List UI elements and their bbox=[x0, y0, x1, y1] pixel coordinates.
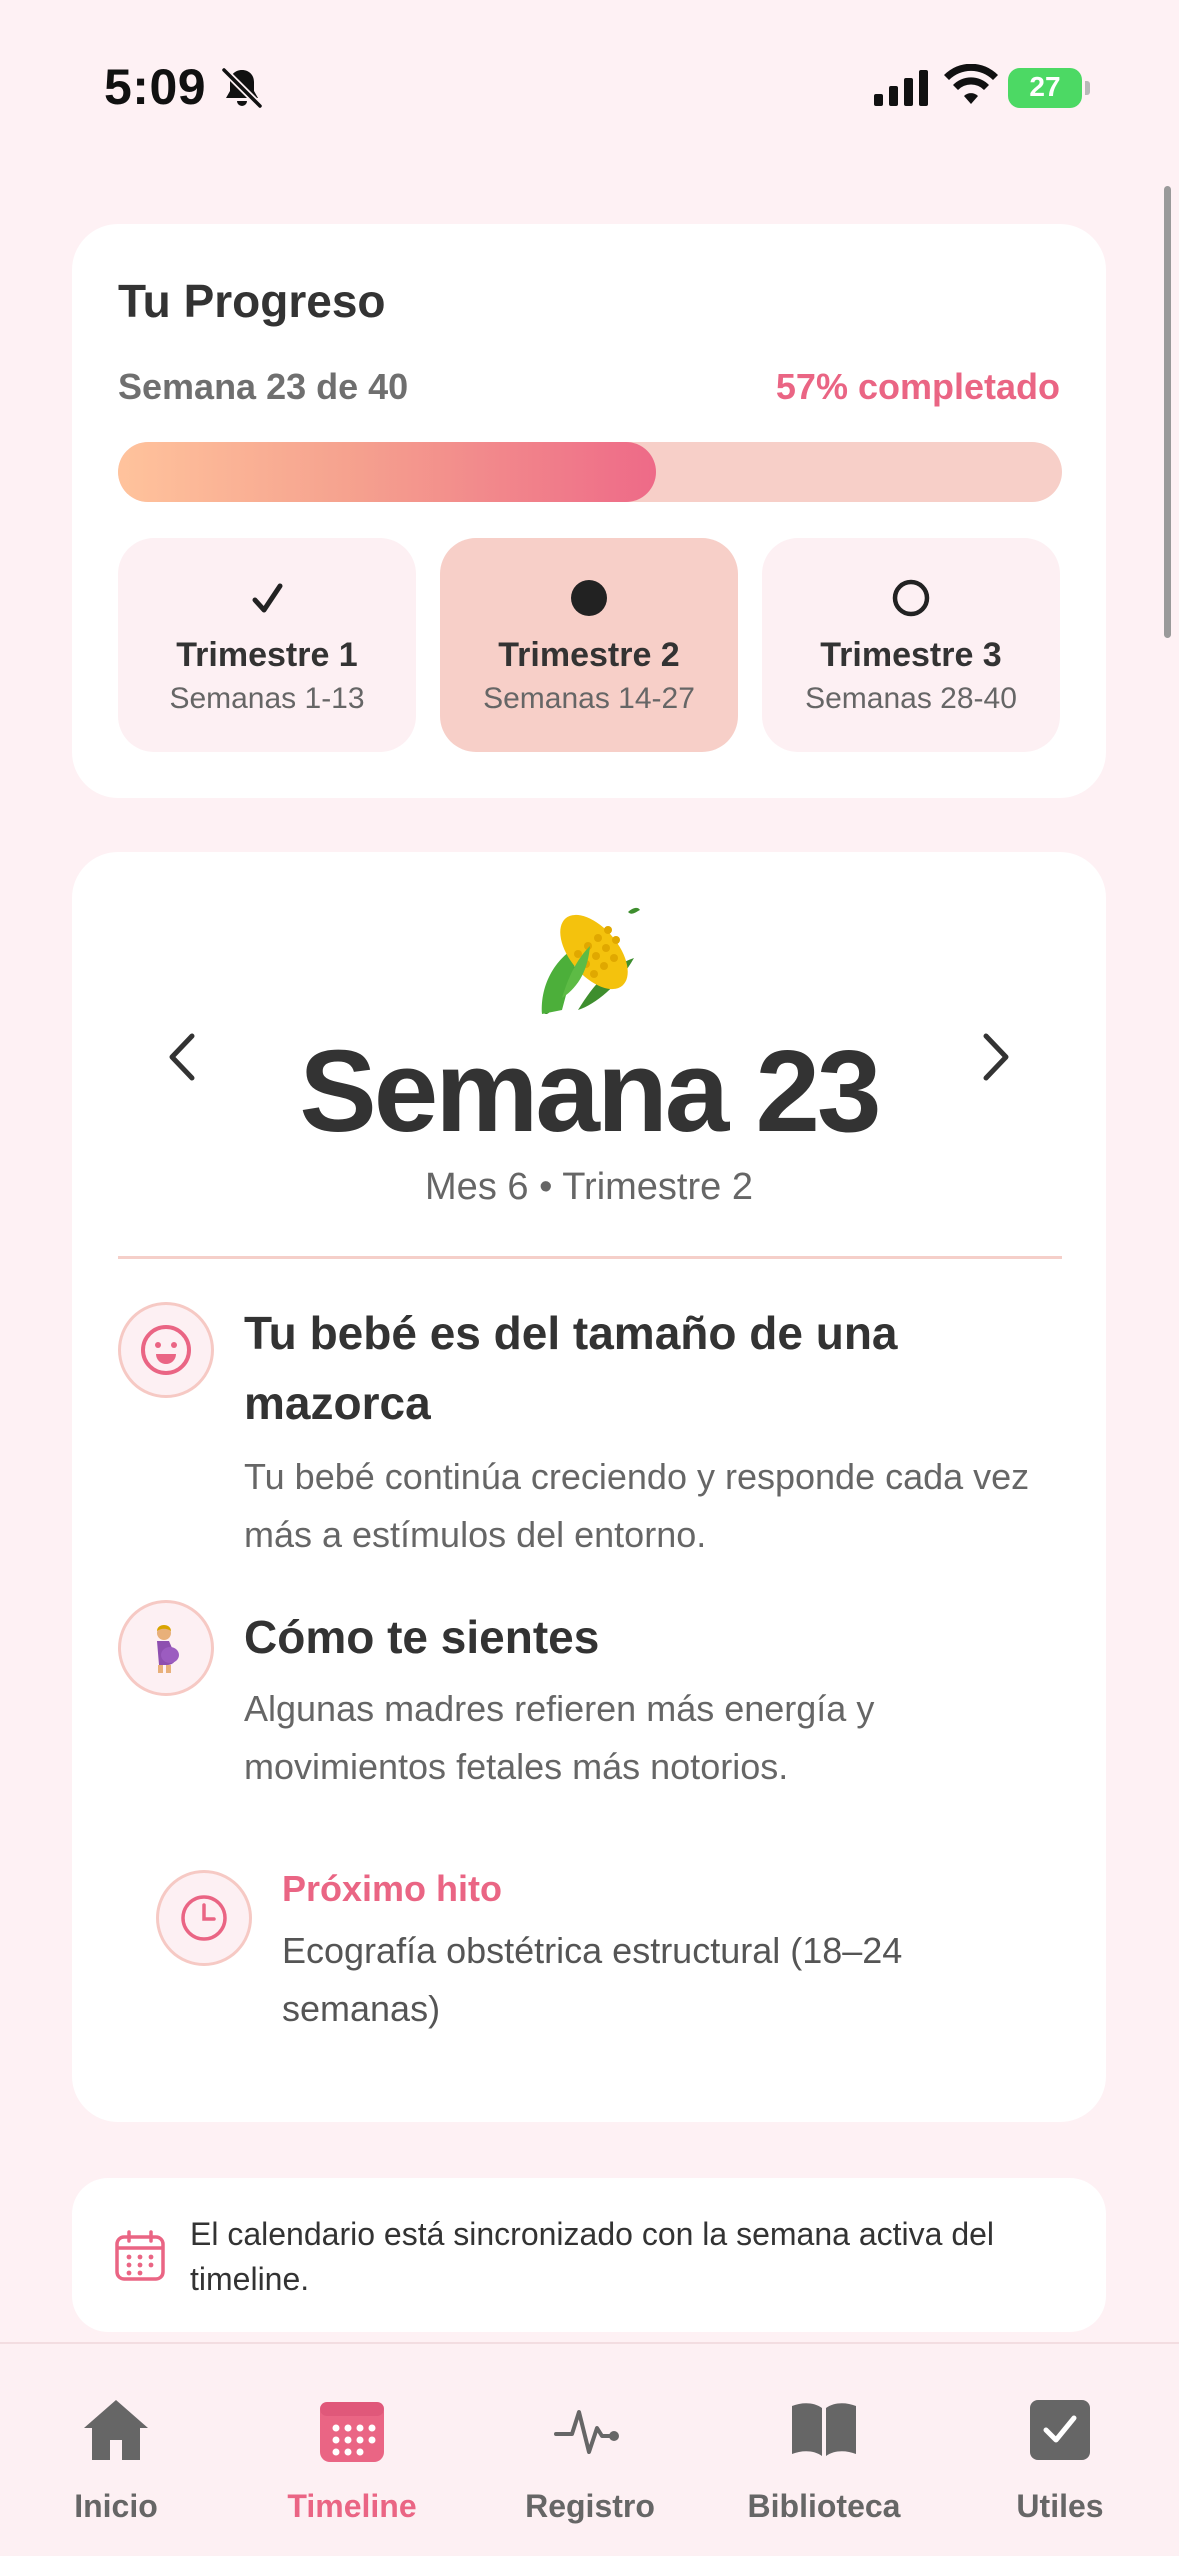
trimester-weeks: Semanas 14-27 bbox=[483, 682, 695, 715]
progress-bar-fill bbox=[118, 442, 657, 502]
timeline-screen: 5:09 27 Tu Progreso Semana 23 de 40 57% … bbox=[0, 0, 1179, 2556]
progress-bar bbox=[118, 442, 1062, 502]
trimester-weeks: Semanas 28-40 bbox=[805, 682, 1017, 715]
battery-indicator: 27 bbox=[1008, 68, 1090, 108]
signal-icon bbox=[874, 70, 928, 106]
sync-notice-text: El calendario está sincronizado con la s… bbox=[190, 2216, 995, 2297]
week-of-total: Semana 23 de 40 bbox=[118, 366, 409, 407]
book-icon bbox=[792, 2403, 856, 2456]
calendar-sync-notice: El calendario está sincronizado con la s… bbox=[72, 2178, 1106, 2332]
progress-card: Tu Progreso Semana 23 de 40 57% completa… bbox=[72, 224, 1106, 798]
calendar-icon bbox=[115, 2230, 165, 2281]
wifi-icon bbox=[944, 64, 998, 104]
tab-label: Timeline bbox=[287, 2488, 417, 2524]
trimester-1-card[interactable]: Trimestre 1 Semanas 1-13 bbox=[118, 538, 416, 752]
clock-icon bbox=[156, 1870, 252, 1966]
house-icon bbox=[84, 2400, 148, 2460]
baby-size-title: Tu bebé es del tamaño de una mazorca bbox=[244, 1307, 898, 1429]
bell-off-icon bbox=[221, 67, 263, 109]
trimester-2-card[interactable]: Trimestre 2 Semanas 14-27 bbox=[440, 538, 738, 752]
heartbeat-icon bbox=[554, 2410, 619, 2454]
progress-title: Tu Progreso bbox=[118, 275, 386, 327]
tab-label: Utiles bbox=[1016, 2488, 1104, 2524]
calendar-icon bbox=[320, 2402, 384, 2462]
divider bbox=[118, 1256, 1062, 1259]
week-title: Semana 23 bbox=[299, 1026, 881, 1156]
tab-label: Inicio bbox=[74, 2488, 158, 2524]
trimester-title: Trimestre 1 bbox=[176, 636, 358, 674]
tab-bar: Inicio Timeline Registro Biblioteca Util… bbox=[0, 2342, 1179, 2556]
percent-completed: 57% completado bbox=[775, 366, 1060, 407]
week-card: Semana 23 Mes 6 • Trimestre 2 Tu bebé es… bbox=[72, 852, 1106, 2122]
status-time: 5:09 bbox=[104, 59, 207, 115]
tab-inicio[interactable]: Inicio bbox=[16, 2344, 216, 2556]
smile-icon bbox=[141, 1325, 191, 1375]
scrollbar[interactable] bbox=[1164, 186, 1171, 638]
trimester-weeks: Semanas 1-13 bbox=[169, 682, 365, 715]
pregnant-woman-glyph bbox=[157, 1625, 179, 1673]
next-week-button[interactable] bbox=[960, 1022, 1030, 1092]
clock-glyph bbox=[181, 1895, 227, 1941]
trimester-3-card[interactable]: Trimestre 3 Semanas 28-40 bbox=[762, 538, 1060, 752]
filled-circle-icon bbox=[571, 580, 607, 616]
feel-title: Cómo te sientes bbox=[244, 1611, 600, 1663]
trimester-title: Trimestre 3 bbox=[820, 636, 1002, 674]
empty-circle-icon bbox=[892, 579, 930, 617]
baby-face-icon bbox=[118, 1302, 214, 1398]
tab-registro[interactable]: Registro bbox=[490, 2344, 690, 2556]
tab-label: Biblioteca bbox=[747, 2488, 901, 2524]
trimester-title: Trimestre 2 bbox=[498, 636, 680, 674]
tab-utiles[interactable]: Utiles bbox=[960, 2344, 1160, 2556]
milestone-label: Próximo hito bbox=[282, 1868, 503, 1909]
checkmark-icon bbox=[252, 583, 283, 613]
pregnant-woman-icon bbox=[118, 1600, 214, 1696]
week-meta: Mes 6 • Trimestre 2 bbox=[425, 1166, 753, 1208]
milestone-text: Ecografía obstétrica estructural (18–24 … bbox=[282, 1930, 903, 2029]
tab-label: Registro bbox=[525, 2488, 655, 2524]
corn-icon bbox=[541, 907, 640, 1014]
tab-timeline[interactable]: Timeline bbox=[252, 2344, 452, 2556]
tab-biblioteca[interactable]: Biblioteca bbox=[724, 2344, 924, 2556]
status-bar: 5:09 27 bbox=[0, 0, 1179, 160]
baby-size-text: Tu bebé continúa creciendo y responde ca… bbox=[244, 1456, 1030, 1555]
feel-text: Algunas madres refieren más energía y mo… bbox=[244, 1688, 875, 1787]
checkbox-icon bbox=[1030, 2400, 1090, 2460]
battery-level: 27 bbox=[1029, 71, 1061, 102]
